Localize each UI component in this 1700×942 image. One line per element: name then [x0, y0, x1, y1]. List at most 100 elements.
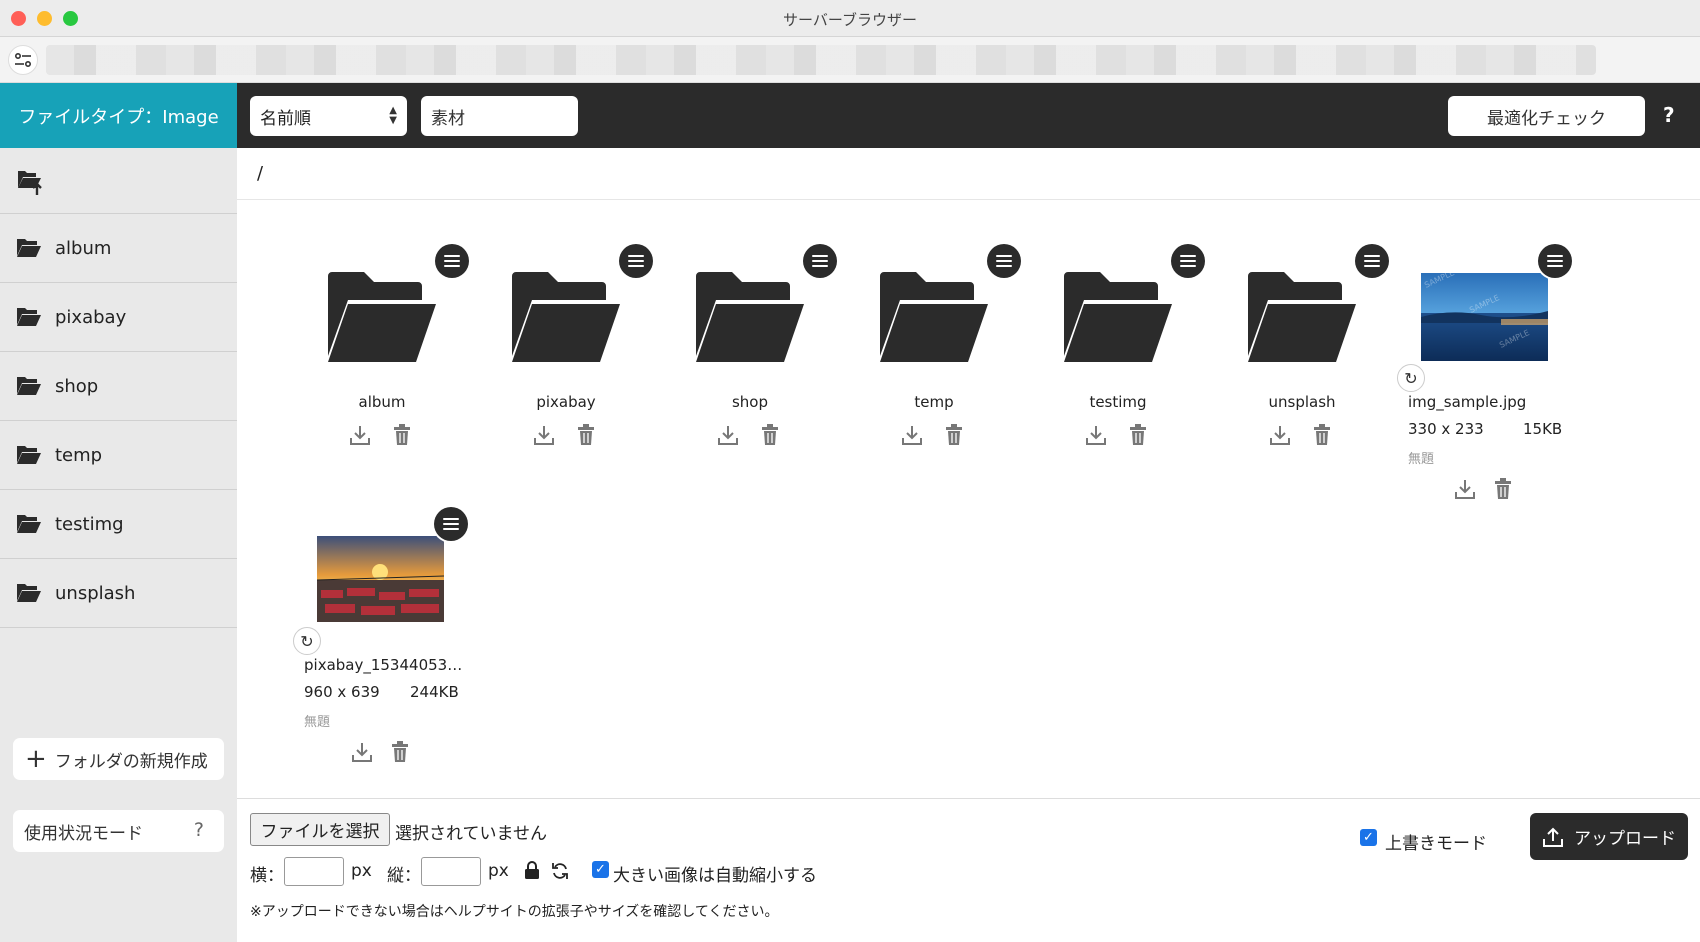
- download-icon[interactable]: [900, 423, 924, 447]
- width-label: 横：: [250, 866, 284, 886]
- auto-resize-label: 大きい画像は自動縮小する: [613, 866, 817, 886]
- folder-name[interactable]: shop: [676, 393, 824, 411]
- sidebar-item-temp[interactable]: temp: [0, 421, 237, 490]
- refresh-icon[interactable]: ↻: [293, 627, 321, 655]
- sidebar-item-shop[interactable]: shop: [0, 352, 237, 421]
- sidebar-item-testimg[interactable]: testimg: [0, 490, 237, 559]
- item-menu-button[interactable]: [803, 244, 837, 278]
- download-icon[interactable]: [532, 423, 556, 447]
- sidebar-item-pixabay[interactable]: pixabay: [0, 283, 237, 352]
- folder-icon: [17, 515, 41, 533]
- sidebar-item-label: shop: [55, 375, 99, 397]
- search-input[interactable]: 素材: [421, 96, 578, 136]
- trash-icon[interactable]: [942, 423, 966, 447]
- item-menu-button[interactable]: [619, 244, 653, 278]
- sidebar-item-label: testimg: [55, 513, 124, 535]
- width-input[interactable]: [284, 857, 344, 886]
- download-icon[interactable]: [716, 423, 740, 447]
- item-menu-button[interactable]: [435, 244, 469, 278]
- item-menu-button[interactable]: [1355, 244, 1389, 278]
- image-dimensions: 330 x 233: [1408, 420, 1484, 438]
- filetype-tab[interactable]: ファイルタイプ：Image: [0, 83, 237, 148]
- item-menu-button[interactable]: [434, 507, 468, 541]
- download-icon[interactable]: [348, 423, 372, 447]
- upload-panel: ファイルを選択 選択されていません 横： px 縦： px ✓ 大きい画像は自動…: [237, 798, 1700, 942]
- upload-note: ※アップロードできない場合はヘルプサイトの拡張子やサイズを確認してください。: [250, 904, 779, 920]
- folder-icon[interactable]: [696, 270, 804, 366]
- optimize-check-button[interactable]: 最適化チェック: [1448, 96, 1645, 136]
- download-icon[interactable]: [1453, 477, 1477, 501]
- folder-icon[interactable]: [512, 270, 620, 366]
- overwrite-mode-label: 上書きモード: [1385, 834, 1487, 854]
- settings-sliders-icon[interactable]: [8, 45, 38, 75]
- folder-icon: [17, 308, 41, 326]
- breadcrumb-bar: /: [237, 148, 1700, 200]
- trash-icon[interactable]: [574, 423, 598, 447]
- folder-icon[interactable]: [1248, 270, 1356, 366]
- updown-arrows-icon: ▲ ▼: [389, 105, 397, 126]
- image-dimensions: 960 x 639: [304, 683, 380, 701]
- address-bar: [0, 37, 1700, 83]
- trash-icon[interactable]: [1491, 477, 1515, 501]
- folder-name[interactable]: album: [308, 393, 456, 411]
- upload-button[interactable]: アップロード: [1530, 813, 1688, 860]
- folder-name[interactable]: temp: [860, 393, 1008, 411]
- folder-icon: [17, 446, 41, 464]
- new-folder-button[interactable]: + フォルダの新規作成: [13, 738, 224, 780]
- usage-mode-button[interactable]: 使用状況モード ?: [13, 810, 224, 852]
- rotate-icon[interactable]: [551, 862, 569, 880]
- lock-icon[interactable]: [524, 861, 540, 880]
- height-label: 縦：: [387, 866, 421, 886]
- choose-file-button[interactable]: ファイルを選択: [250, 813, 390, 846]
- folder-icon: [17, 584, 41, 602]
- item-menu-button[interactable]: [1171, 244, 1205, 278]
- overwrite-mode-checkbox[interactable]: ✓: [1360, 829, 1377, 846]
- trash-icon[interactable]: [1310, 423, 1334, 447]
- sort-select[interactable]: 名前順 ▲ ▼: [250, 96, 407, 136]
- upload-label: アップロード: [1574, 829, 1676, 849]
- image-title: 無題: [1408, 452, 1435, 467]
- download-icon[interactable]: [1084, 423, 1108, 447]
- usage-mode-label: 使用状況モード: [24, 823, 143, 844]
- download-icon[interactable]: [350, 740, 374, 764]
- image-name[interactable]: img_sample.jpg: [1408, 393, 1526, 411]
- height-unit: px: [488, 861, 509, 881]
- folder-icon[interactable]: [880, 270, 988, 366]
- sidebar-item-label: pixabay: [55, 306, 127, 328]
- download-icon[interactable]: [1268, 423, 1292, 447]
- window-title: サーバーブラウザー: [783, 11, 917, 29]
- refresh-icon[interactable]: ↻: [1397, 364, 1425, 392]
- trash-icon[interactable]: [388, 740, 412, 764]
- window-titlebar: サーバーブラウザー: [0, 0, 1700, 37]
- folder-name[interactable]: testimg: [1044, 393, 1192, 411]
- sort-value: 名前順: [260, 108, 311, 129]
- no-file-text: 選択されていません: [395, 824, 547, 844]
- folder-up-icon: [18, 171, 42, 195]
- sidebar-item-label: unsplash: [55, 582, 136, 604]
- blurred-url: [46, 45, 1596, 75]
- trash-icon[interactable]: [1126, 423, 1150, 447]
- usage-help-icon[interactable]: ?: [194, 819, 204, 841]
- help-button[interactable]: ?: [1663, 103, 1675, 127]
- item-menu-button[interactable]: [987, 244, 1021, 278]
- image-thumbnail[interactable]: SAMPLE SAMPLE SAMPLE: [1421, 273, 1548, 361]
- parent-folder-button[interactable]: [0, 148, 237, 214]
- height-input[interactable]: [421, 857, 481, 886]
- image-filesize: 244KB: [410, 683, 459, 701]
- sidebar-item-label: temp: [55, 444, 103, 466]
- trash-icon[interactable]: [758, 423, 782, 447]
- auto-resize-checkbox[interactable]: ✓: [592, 861, 609, 878]
- item-menu-button[interactable]: [1538, 244, 1572, 278]
- folder-icon: [17, 239, 41, 257]
- folder-icon[interactable]: [328, 270, 436, 366]
- sidebar-item-unsplash[interactable]: unsplash: [0, 559, 237, 628]
- trash-icon[interactable]: [390, 423, 414, 447]
- breadcrumb[interactable]: /: [257, 163, 263, 184]
- folder-icon[interactable]: [1064, 270, 1172, 366]
- folder-name[interactable]: unsplash: [1228, 393, 1376, 411]
- image-title: 無題: [304, 715, 331, 730]
- folder-name[interactable]: pixabay: [492, 393, 640, 411]
- image-thumbnail[interactable]: [317, 536, 444, 622]
- image-name[interactable]: pixabay_15344053…: [304, 656, 462, 674]
- sidebar-item-album[interactable]: album: [0, 214, 237, 283]
